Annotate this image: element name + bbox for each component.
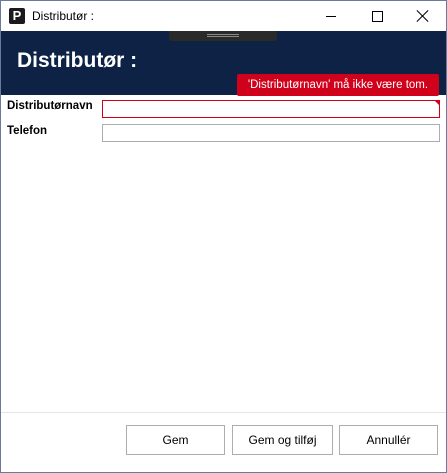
cancel-button[interactable]: Annullér xyxy=(339,425,438,455)
error-corner-icon xyxy=(434,100,440,106)
dialog-window: P Distributør : Distributør : 'Distribut… xyxy=(0,0,447,473)
distributor-name-label: Distributørnavn xyxy=(7,100,93,112)
title-bar[interactable]: P Distributør : xyxy=(1,1,446,31)
close-button[interactable] xyxy=(400,1,446,31)
minimize-button[interactable] xyxy=(308,1,354,31)
save-button[interactable]: Gem xyxy=(126,425,225,455)
distributor-name-input[interactable] xyxy=(102,100,440,118)
window-title: Distributør : xyxy=(32,9,95,23)
validation-error-tooltip: 'Distributørnavn' må ikke være tom. xyxy=(237,74,439,96)
drag-handle[interactable] xyxy=(169,31,277,41)
phone-input[interactable] xyxy=(102,124,440,142)
phone-label: Telefon xyxy=(7,125,48,137)
app-logo-icon: P xyxy=(9,8,25,24)
minimize-icon xyxy=(326,15,336,17)
save-and-add-button[interactable]: Gem og tilføj xyxy=(232,425,333,455)
footer-divider xyxy=(1,412,446,413)
page-title: Distributør : xyxy=(17,49,138,72)
maximize-button[interactable] xyxy=(354,1,400,31)
close-icon xyxy=(417,10,429,22)
maximize-icon xyxy=(371,10,383,22)
